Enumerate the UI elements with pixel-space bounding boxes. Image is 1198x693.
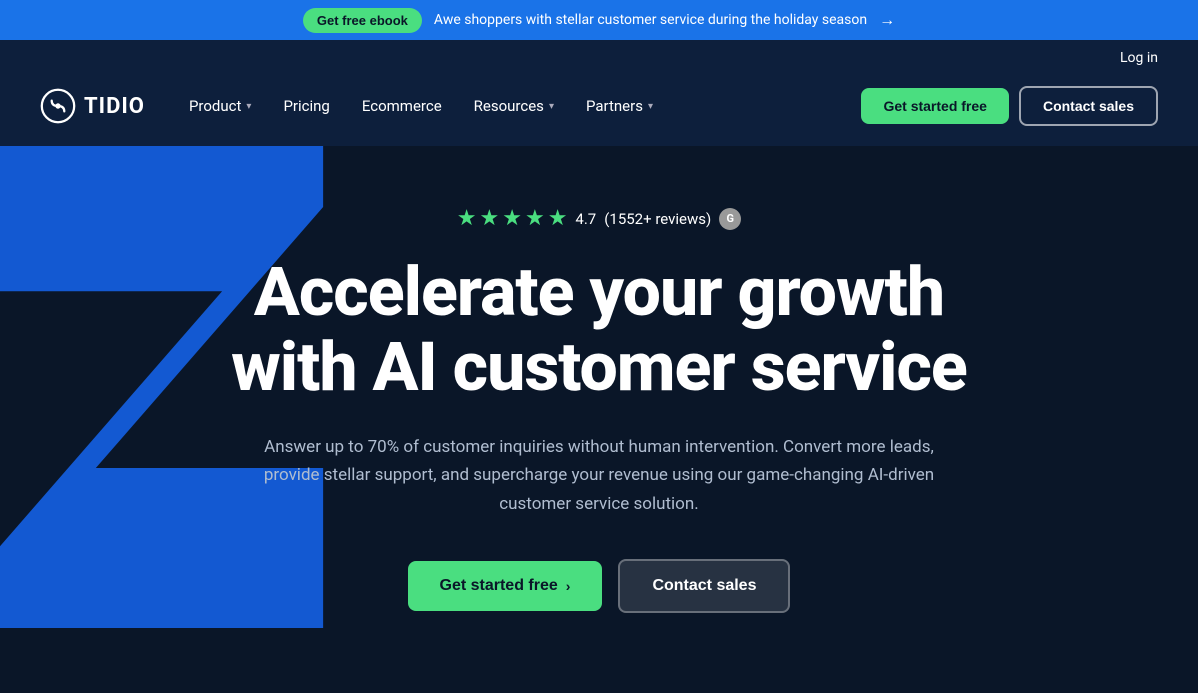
nav-label-resources: Resources [474,97,544,115]
contact-sales-hero-button[interactable]: Contact sales [618,559,790,613]
rating-row: ★ ★ ★ ★ ★ 4.7 (1552+ reviews) G [231,206,967,231]
banner-text: Awe shoppers with stellar customer servi… [434,12,867,28]
nav-item-pricing[interactable]: Pricing [269,89,343,123]
logo-text: TIDIO [84,94,145,119]
login-link[interactable]: Log in [1120,50,1158,66]
rating-count: (1552+ reviews) [604,210,711,228]
hero-subtitle: Answer up to 70% of customer inquiries w… [259,433,939,520]
nav-actions: Get started free Contact sales [861,86,1158,126]
contact-sales-nav-button[interactable]: Contact sales [1019,86,1158,126]
logo[interactable]: TIDIO [40,88,145,124]
nav-item-product[interactable]: Product ▾ [175,89,265,123]
header-main: TIDIO Product ▾ Pricing Ecommerce Resour… [40,70,1158,146]
hero-content: ★ ★ ★ ★ ★ 4.7 (1552+ reviews) G Accelera… [231,206,967,613]
capterra-icon: G [719,208,741,230]
star-4: ★ [525,206,545,231]
nav-label-ecommerce: Ecommerce [362,97,442,115]
star-5: ★ [548,206,568,231]
chevron-down-icon: ▾ [549,101,554,112]
hero-title-line1: Accelerate your growth [254,252,944,332]
get-started-nav-button[interactable]: Get started free [861,88,1008,124]
chevron-down-icon: ▾ [246,101,251,112]
hero-title-line2: with AI customer service [231,327,967,407]
star-3: ★ [502,206,522,231]
nav-label-pricing: Pricing [283,97,329,115]
nav-item-partners[interactable]: Partners ▾ [572,89,667,123]
nav-item-resources[interactable]: Resources ▾ [460,89,568,123]
hero-buttons: Get started free › Contact sales [231,559,967,613]
hero-title: Accelerate your growth with AI customer … [231,255,967,405]
banner-arrow-icon: → [879,10,895,30]
main-nav: Product ▾ Pricing Ecommerce Resources ▾ … [175,89,852,123]
nav-item-ecommerce[interactable]: Ecommerce [348,89,456,123]
nav-label-product: Product [189,97,241,115]
top-banner: Get free ebook Awe shoppers with stellar… [0,0,1198,40]
arrow-icon: › [566,578,571,594]
header-top: Log in [40,40,1158,70]
nav-label-partners: Partners [586,97,643,115]
header: Log in TIDIO Product ▾ Pricing Ecommerce… [0,40,1198,146]
logo-icon [40,88,76,124]
star-2: ★ [479,206,499,231]
get-started-hero-label: Get started free [440,577,558,595]
star-1: ★ [457,206,477,231]
hero-section: ★ ★ ★ ★ ★ 4.7 (1552+ reviews) G Accelera… [0,146,1198,693]
get-started-hero-button[interactable]: Get started free › [408,561,603,611]
rating-value: 4.7 [575,210,596,228]
ebook-button[interactable]: Get free ebook [303,8,422,33]
star-rating: ★ ★ ★ ★ ★ [457,206,568,231]
chevron-down-icon: ▾ [648,101,653,112]
